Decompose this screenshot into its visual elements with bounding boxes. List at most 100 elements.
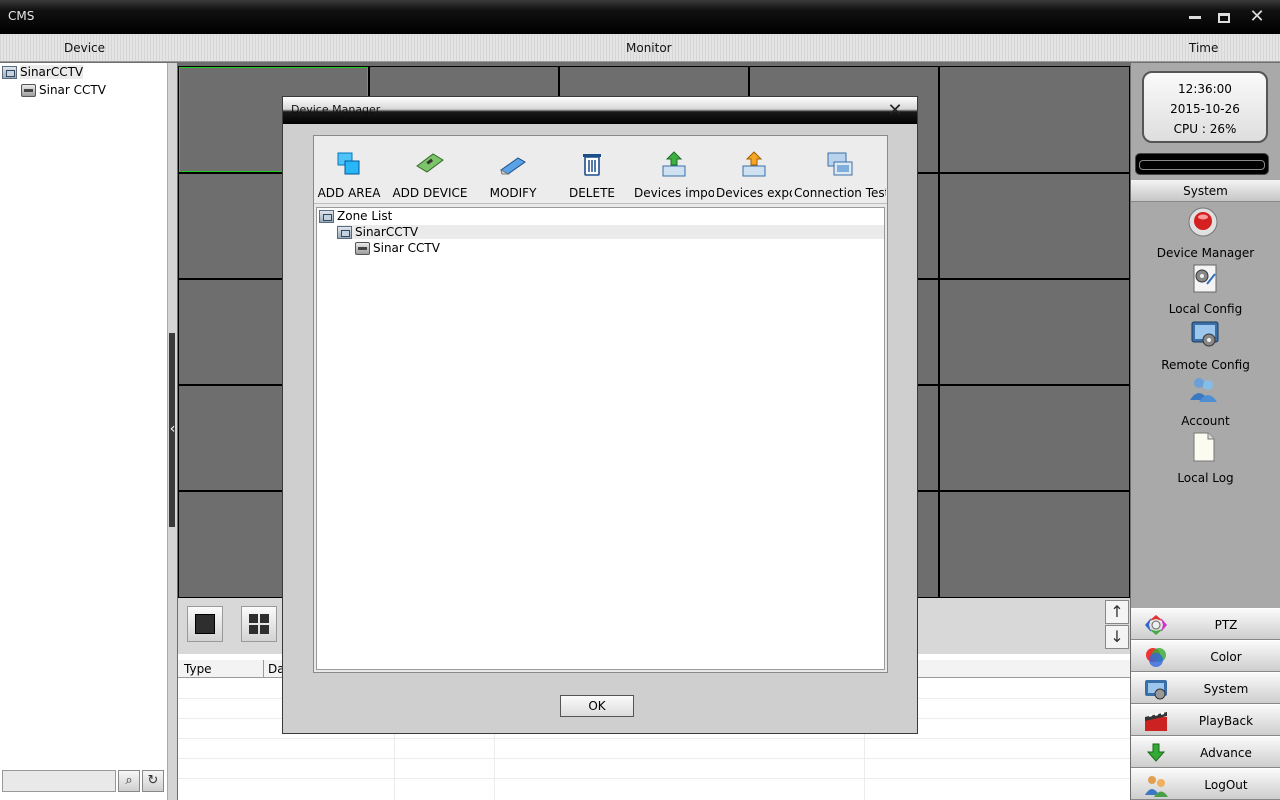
advance-icon (1146, 743, 1166, 762)
layout-4-button[interactable] (241, 606, 277, 642)
dialog-title: Device Manager (291, 103, 381, 116)
device-tree-root[interactable]: SinarCCTV (2, 65, 84, 79)
toolbar-label: Devices export (716, 186, 792, 200)
time-header: Time (1189, 41, 1219, 55)
refresh-button[interactable]: ↻ (142, 770, 164, 792)
device-manager-button[interactable]: Device Manager (1131, 206, 1280, 260)
local-config-button[interactable]: Local Config (1131, 262, 1280, 316)
add-area-button[interactable]: ADD AREA (316, 136, 382, 204)
device-tree-item[interactable]: Sinar CCTV (21, 83, 106, 97)
modify-icon (500, 157, 526, 175)
device-icon (355, 241, 370, 255)
log-col-type: Type (184, 662, 212, 676)
close-icon: ✕ (887, 100, 903, 121)
zone-list-node[interactable]: Zone List (319, 209, 392, 223)
monitor-cell[interactable] (940, 386, 1129, 490)
single-view-icon (195, 614, 215, 634)
maximize-button[interactable] (1213, 6, 1235, 28)
scroll-up-button[interactable]: ↑ (1105, 600, 1129, 624)
dialog-title-bar[interactable]: Device Manager ✕ (283, 97, 917, 124)
close-button[interactable]: ✕ (1246, 6, 1268, 28)
scroll-down-button[interactable]: ↓ (1105, 625, 1129, 649)
import-icon (662, 151, 686, 177)
toolbar-label: MODIFY (489, 186, 537, 200)
status-clock: 12:36:00 2015-10-26 CPU : 26% (1142, 71, 1268, 143)
zone-list-label: Zone List (337, 209, 393, 223)
monitor-cell[interactable] (940, 492, 1129, 597)
playback-icon (1145, 712, 1167, 731)
ptz-button[interactable]: PTZ (1131, 608, 1280, 640)
account-button[interactable]: Account (1131, 374, 1280, 428)
system-panel-header: System (1131, 180, 1280, 202)
zone-area-label: SinarCCTV (355, 225, 419, 239)
logout-button[interactable]: LogOut (1131, 768, 1280, 800)
toolbar-label: ADD AREA (317, 186, 381, 200)
system-item-label: Remote Config (1161, 358, 1250, 372)
panel-splitter[interactable]: ‹ (168, 63, 177, 800)
monitor-cell[interactable] (940, 280, 1129, 384)
add-device-button[interactable]: ADD DEVICE (390, 136, 470, 204)
local-log-icon (1193, 432, 1215, 462)
dialog-close-button[interactable]: ✕ (886, 102, 904, 120)
devices-import-button[interactable]: Devices import (634, 136, 714, 204)
device-search-input[interactable] (2, 770, 116, 792)
delete-button[interactable]: DELETE (558, 136, 626, 204)
header-bar: Device Monitor Time (0, 34, 1280, 62)
monitor-cell[interactable] (940, 67, 1129, 172)
connection-test-icon (827, 152, 853, 176)
color-button[interactable]: Color (1131, 640, 1280, 672)
playback-button[interactable]: PlayBack (1131, 704, 1280, 736)
dialog-content: ADD AREA ADD DEVICE MODIFY DELETE Device… (313, 135, 888, 673)
devices-export-button[interactable]: Devices export (716, 136, 792, 204)
window-title: CMS (8, 9, 35, 23)
device-tree-root-label: SinarCCTV (20, 65, 84, 79)
menu-label: PlayBack (1198, 714, 1254, 728)
system-item-label: Account (1181, 414, 1230, 428)
device-manager-dialog: Device Manager ✕ ADD AREA ADD DEVICE MOD… (282, 96, 918, 734)
title-bar: CMS ✕ (0, 0, 1280, 34)
zone-device-node[interactable]: Sinar CCTV (355, 241, 440, 255)
clock-time: 12:36:00 (1178, 82, 1232, 96)
system-menu-button[interactable]: System (1131, 672, 1280, 704)
zone-area-node[interactable]: SinarCCTV (337, 225, 884, 239)
arrow-up-icon: ↑ (1110, 602, 1124, 621)
remote-config-button[interactable]: Remote Config (1131, 318, 1280, 372)
cpu-usage: CPU : 26% (1173, 122, 1237, 136)
minimize-icon (1189, 16, 1201, 19)
search-icon: ⌕ (125, 773, 133, 788)
monitor-cell[interactable] (940, 174, 1129, 278)
ok-button[interactable]: OK (560, 695, 634, 717)
menu-label: Color (1210, 650, 1242, 664)
connection-test-button[interactable]: Connection Test (794, 136, 886, 204)
toolbar-label: DELETE (568, 186, 615, 200)
menu-label: Advance (1200, 746, 1252, 760)
menu-label: PTZ (1214, 618, 1238, 632)
export-icon (742, 151, 766, 177)
system-item-label: Local Config (1168, 302, 1243, 316)
zone-list-icon (319, 209, 334, 223)
modify-button[interactable]: MODIFY (478, 136, 548, 204)
search-button[interactable]: ⌕ (118, 770, 140, 792)
close-icon: ✕ (1249, 6, 1265, 27)
system-item-label: Device Manager (1156, 246, 1255, 260)
clock-date: 2015-10-26 (1170, 102, 1240, 116)
toolbar-label: Devices import (634, 186, 714, 200)
remote-config-icon (1191, 321, 1219, 347)
local-log-button[interactable]: Local Log (1131, 431, 1280, 485)
advance-button[interactable]: Advance (1131, 736, 1280, 768)
menu-label: LogOut (1204, 778, 1248, 792)
device-manager-icon (1188, 207, 1218, 237)
maximize-icon (1218, 12, 1230, 23)
color-icon (1146, 648, 1166, 667)
menu-label: System (1203, 682, 1249, 696)
add-area-icon (337, 152, 360, 175)
collapse-arrow-icon[interactable]: ‹ (168, 419, 177, 439)
refresh-icon: ↻ (147, 773, 159, 788)
layout-1-button[interactable] (187, 606, 223, 642)
add-device-icon (416, 153, 444, 173)
trash-icon (583, 154, 601, 176)
minimize-button[interactable] (1184, 6, 1206, 28)
logout-icon (1145, 776, 1168, 797)
device-header: Device (64, 41, 106, 55)
device-toolbar: ADD AREA ADD DEVICE MODIFY DELETE Device… (314, 136, 887, 204)
